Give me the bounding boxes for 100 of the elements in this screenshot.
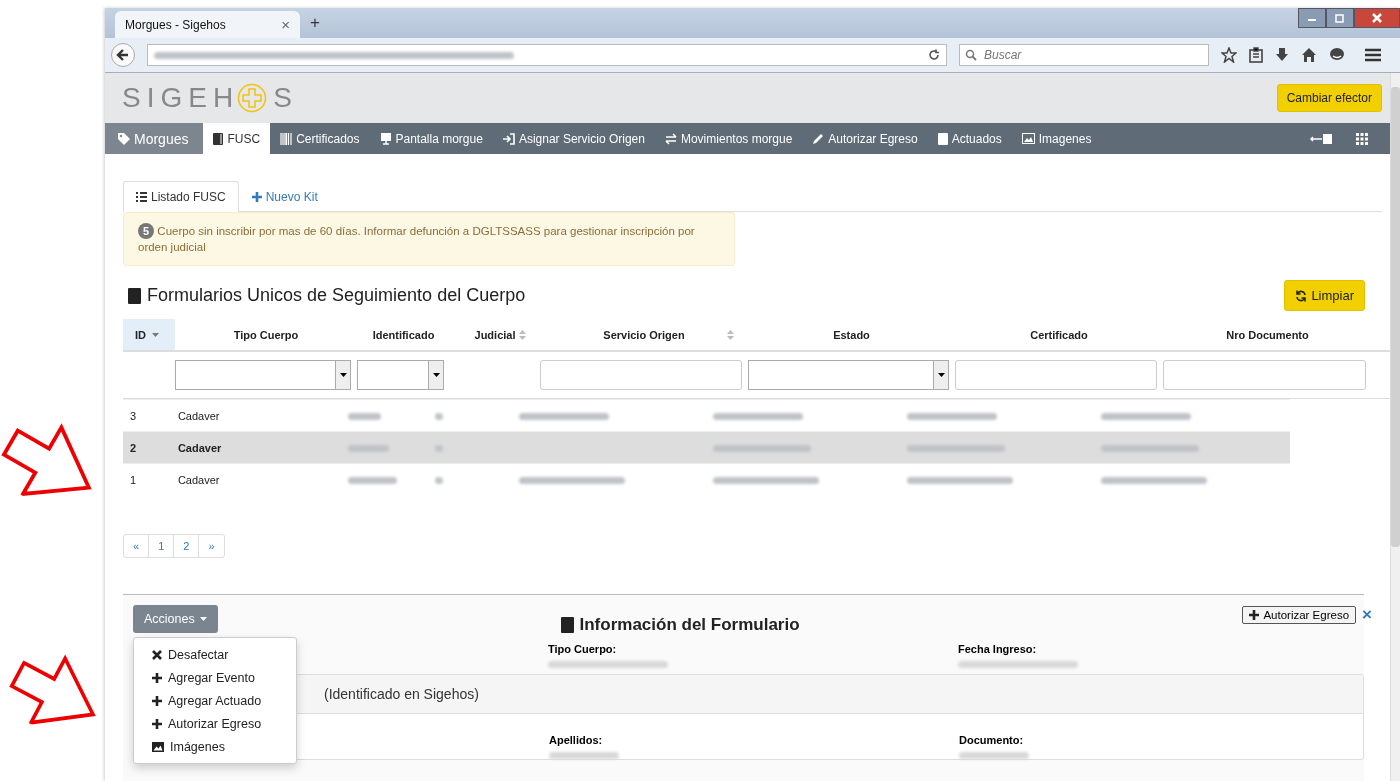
close-icon[interactable] (1354, 8, 1400, 28)
field-label: Apellidos: (549, 734, 604, 746)
menu-item[interactable]: Desafectar (134, 643, 296, 666)
column-header[interactable]: Judicial (450, 319, 540, 350)
minimize-icon[interactable] (1298, 8, 1326, 28)
image-icon (1021, 133, 1035, 144)
blurred-text (347, 412, 381, 420)
table-cell: Cadaver (177, 473, 220, 486)
tag-icon (118, 132, 130, 145)
nav-tab[interactable]: Autorizar Egreso (802, 123, 928, 154)
page-link[interactable]: 2 (174, 535, 200, 557)
table-cell: Cadaver (177, 409, 220, 422)
close-tab-button[interactable]: × (281, 16, 290, 33)
table-cell: 3 (130, 409, 137, 422)
expand-width-icon[interactable] (1310, 132, 1334, 145)
table-cell: 2 (130, 441, 137, 454)
column-header[interactable]: ID (123, 319, 175, 350)
caret-down-icon (152, 332, 159, 337)
column-header[interactable]: Servicio Origen (540, 319, 748, 350)
nav-tab[interactable]: Certificados (270, 123, 370, 154)
caret-down-icon (432, 373, 440, 377)
change-provider-button[interactable]: Cambiar efector (1276, 84, 1382, 112)
reload-icon[interactable] (928, 49, 940, 61)
column-header[interactable]: Nro Documento (1163, 319, 1372, 350)
scrollbar[interactable] (1390, 73, 1400, 781)
plus-icon (152, 695, 162, 706)
column-header[interactable]: Estado (748, 319, 955, 350)
new-tab-button[interactable]: + (310, 13, 320, 33)
grid-icon[interactable] (1356, 132, 1368, 145)
book-icon (560, 617, 574, 633)
nav-tab[interactable]: Asignar Servicio Origen (492, 123, 655, 154)
plus-circle-icon (237, 83, 268, 113)
caret-down-icon (937, 373, 945, 377)
actions-button[interactable]: Acciones (133, 605, 218, 633)
column-header[interactable]: Tipo Cuerpo (175, 319, 357, 350)
blurred-text (434, 444, 443, 452)
menu-item[interactable]: Agregar Evento (134, 666, 296, 689)
blurred-text (434, 476, 443, 484)
nav-tab[interactable]: Movimientos morgue (654, 123, 803, 154)
book-icon (213, 132, 224, 145)
tab-title: Morgues - Sigehos (125, 17, 226, 32)
tab[interactable]: Nuevo Kit (238, 181, 331, 212)
menu-item[interactable]: Imágenes (134, 735, 296, 758)
menu-item[interactable]: Agregar Actuado (134, 689, 296, 712)
plus-icon (251, 192, 262, 202)
table-cell: 1 (130, 473, 137, 486)
nav-tab[interactable]: FUSC (203, 123, 271, 154)
field-label: Tipo Cuerpo: (548, 643, 618, 655)
browser-tab[interactable]: Morgues - Sigehos × (115, 11, 300, 38)
menu-icon[interactable] (1365, 48, 1381, 62)
download-icon[interactable] (1275, 47, 1289, 63)
form-title: Información del Formulario (560, 615, 800, 635)
page-link[interactable]: « (124, 535, 150, 557)
close-icon (152, 649, 162, 660)
chat-icon[interactable] (1329, 47, 1345, 63)
section-heading: Formularios Unicos de Seguimiento del Cuerpo (128, 285, 526, 306)
nav-tab[interactable]: Imagenes (1011, 123, 1102, 154)
nav-tab[interactable]: Pantalla morgue (369, 123, 493, 154)
caret-down-icon (199, 617, 207, 621)
alert-message: 5 Cuerpo sin inscribir por mas de 60 días. Informar defunción a DGLTSSASS para gestionar inscripción por orden judicial (138, 223, 696, 255)
clear-button[interactable]: Limpiar (1284, 280, 1365, 311)
star-icon[interactable] (1221, 47, 1237, 63)
book-icon (937, 132, 948, 145)
logo-text: SIGEH (122, 82, 240, 114)
blurred-text (434, 412, 443, 420)
sort-icon (727, 329, 734, 340)
filter-input[interactable] (955, 360, 1157, 390)
column-header[interactable]: Identificado (357, 319, 450, 350)
close-button[interactable]: × (1362, 605, 1372, 625)
barcode-icon (280, 132, 293, 145)
home-icon[interactable] (1301, 47, 1317, 63)
logo-text: S (273, 82, 298, 114)
menu-item[interactable]: Autorizar Egreso (134, 712, 296, 735)
sign-in-icon (502, 132, 515, 145)
swap-arrows-icon (664, 132, 677, 145)
image-icon (152, 741, 164, 752)
list-icon (136, 192, 147, 202)
blurred-text (347, 476, 397, 484)
authorize-button[interactable]: Autorizar Egreso (1242, 606, 1357, 624)
filter-input[interactable] (1163, 360, 1366, 390)
page-link[interactable]: » (199, 535, 224, 557)
column-header[interactable]: Certificado (955, 319, 1163, 350)
pencil-icon (812, 132, 825, 145)
nav-tab[interactable]: Actuados (927, 123, 1012, 154)
clipboard-icon[interactable] (1249, 47, 1263, 63)
url-field[interactable] (147, 44, 947, 66)
page-link[interactable]: 1 (149, 535, 175, 557)
tab[interactable]: Listado FUSC (123, 181, 239, 212)
field-label: Fecha Ingreso: (958, 643, 1038, 655)
refresh-icon (1295, 289, 1308, 302)
plus-icon (152, 718, 162, 729)
search-field[interactable]: Buscar (959, 44, 1209, 66)
nav-tab[interactable]: Morgues (105, 123, 204, 154)
table-row[interactable]: 2 Cadaver (123, 431, 1290, 463)
restore-icon[interactable] (1326, 8, 1354, 28)
filter-input[interactable] (540, 360, 742, 390)
sort-icon (519, 329, 526, 340)
book-icon (128, 287, 141, 304)
table-cell: Cadaver (177, 441, 222, 454)
table-row[interactable]: 1 Cadaver (123, 463, 1290, 495)
